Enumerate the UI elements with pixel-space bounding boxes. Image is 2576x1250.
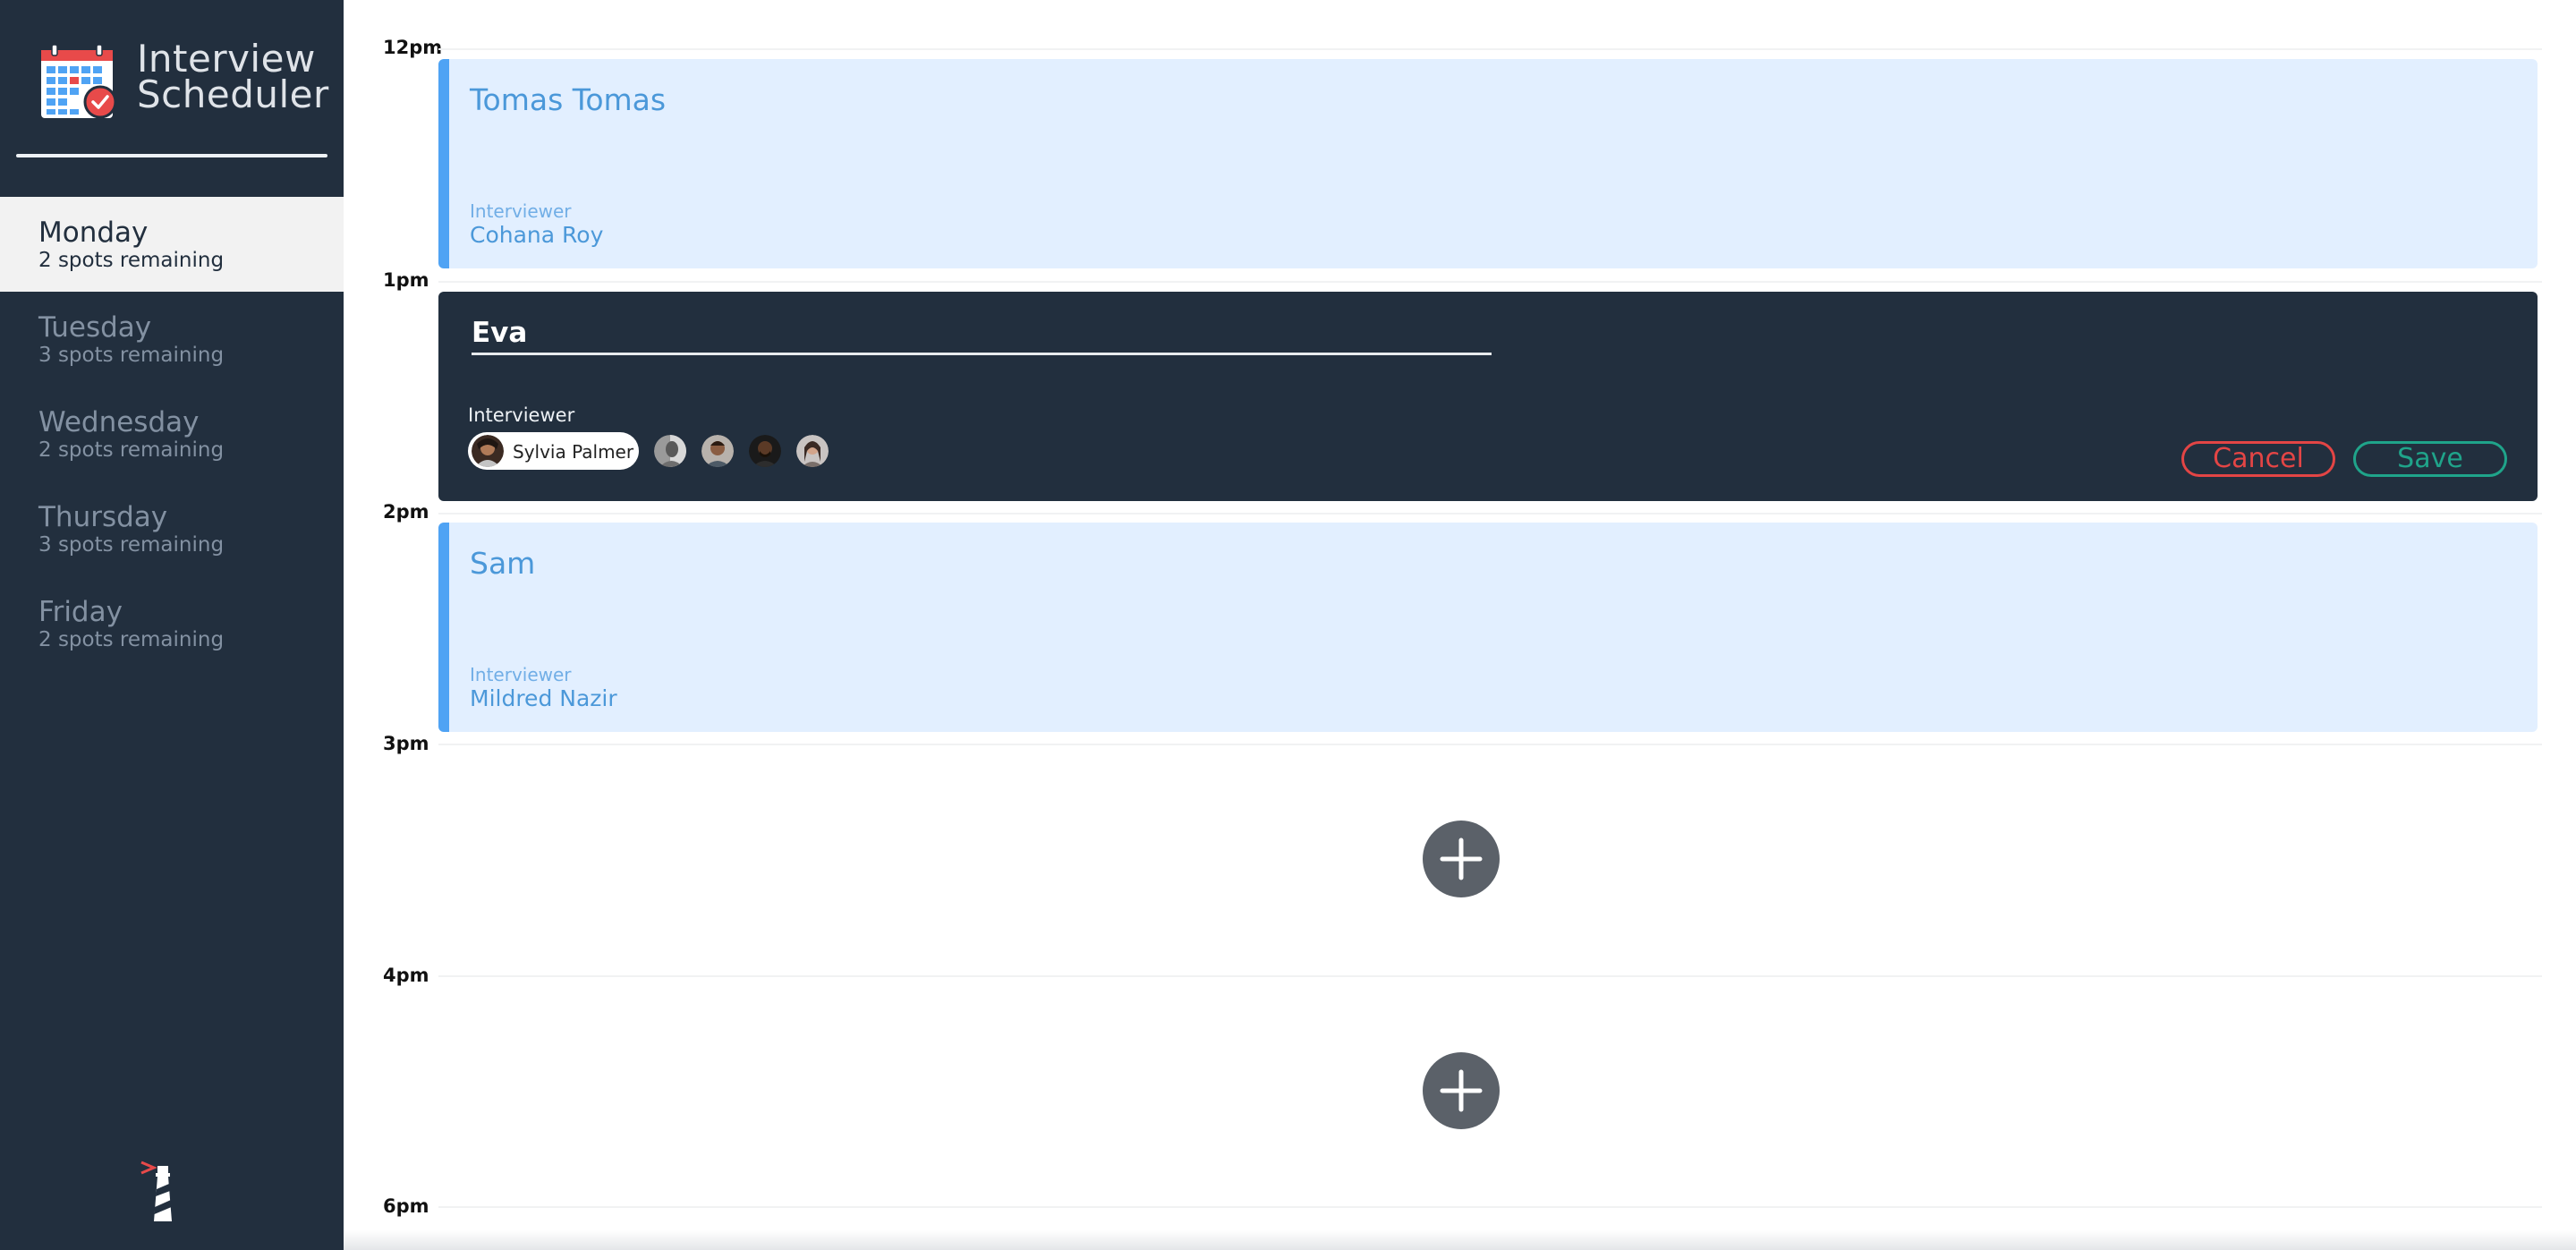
day-name: Thursday [38, 501, 168, 533]
student-name-input[interactable] [472, 313, 1492, 355]
day-spots: 3 spots remaining [38, 533, 225, 557]
day-spots: 2 spots remaining [38, 249, 225, 272]
interviewer-name: Cohana Roy [470, 222, 604, 248]
day-item-thursday[interactable]: Thursday 3 spots remaining [0, 481, 344, 576]
app-title-line1: Interview [137, 37, 316, 81]
day-name: Friday [38, 596, 123, 628]
time-label-12pm: 12pm [383, 37, 443, 58]
cancel-button[interactable]: Cancel [2181, 441, 2335, 477]
avatar [701, 435, 734, 467]
plus-icon [1440, 1069, 1483, 1112]
avatar [654, 435, 686, 467]
day-list: Monday 2 spots remaining Tuesday 3 spots… [0, 197, 344, 671]
hour-divider [438, 1206, 2542, 1208]
hour-divider [438, 281, 2542, 283]
appointment-form: Interviewer Sylvia Palmer [438, 292, 2538, 501]
day-name: Monday [38, 217, 149, 249]
avatar [472, 435, 504, 467]
day-item-monday[interactable]: Monday 2 spots remaining [0, 197, 344, 292]
sidebar-divider [16, 154, 327, 157]
appointment-card[interactable]: Sam Interviewer Mildred Nazir [438, 523, 2538, 732]
time-label-2pm: 2pm [383, 501, 429, 523]
interviewer-name: Mildred Nazir [470, 685, 617, 711]
interviewer-label: Interviewer [468, 404, 575, 426]
add-appointment-button[interactable] [1423, 1052, 1500, 1129]
app-title: Interview Scheduler [137, 37, 352, 116]
plus-icon [1440, 838, 1483, 880]
brand: Interview Scheduler [39, 39, 328, 120]
time-label-4pm: 4pm [383, 965, 429, 986]
student-name: Tomas Tomas [470, 82, 667, 117]
day-item-wednesday[interactable]: Wednesday 2 spots remaining [0, 387, 344, 481]
app-title-line2: Scheduler [137, 72, 329, 116]
save-button[interactable]: Save [2353, 441, 2507, 477]
interviewer-label: Interviewer [470, 664, 572, 685]
appointment-card[interactable]: Tomas Tomas Interviewer Cohana Roy [438, 59, 2538, 268]
hour-divider [438, 744, 2542, 745]
avatar [749, 435, 781, 467]
interviewer-option[interactable] [699, 432, 736, 470]
lighthouse-logo-icon [140, 1161, 172, 1221]
day-name: Wednesday [38, 406, 200, 438]
day-spots: 3 spots remaining [38, 344, 225, 367]
day-item-friday[interactable]: Friday 2 spots remaining [0, 576, 344, 671]
interviewer-option-selected[interactable]: Sylvia Palmer [468, 432, 639, 470]
interviewer-option[interactable] [794, 432, 831, 470]
day-spots: 2 spots remaining [38, 628, 225, 651]
time-label-6pm: 6pm [383, 1195, 429, 1217]
calendar-check-icon [41, 44, 117, 119]
sidebar: Interview Scheduler Monday 2 spots remai… [0, 0, 344, 1250]
interviewer-option[interactable] [651, 432, 689, 470]
day-name: Tuesday [38, 311, 152, 344]
interviewer-option[interactable] [746, 432, 784, 470]
add-appointment-button[interactable] [1423, 821, 1500, 897]
schedule: 12pm Tomas Tomas Interviewer Cohana Roy … [344, 0, 2576, 1250]
interviewer-name: Sylvia Palmer [513, 441, 634, 463]
hour-divider [438, 48, 2542, 50]
avatar [796, 435, 829, 467]
hour-divider [438, 975, 2542, 977]
student-name: Sam [470, 546, 536, 581]
time-label-3pm: 3pm [383, 733, 429, 754]
day-spots: 2 spots remaining [38, 438, 225, 462]
scroll-shadow [344, 1230, 2576, 1250]
time-label-1pm: 1pm [383, 269, 429, 291]
interviewer-label: Interviewer [470, 200, 572, 222]
day-item-tuesday[interactable]: Tuesday 3 spots remaining [0, 292, 344, 387]
hour-divider [438, 513, 2542, 514]
